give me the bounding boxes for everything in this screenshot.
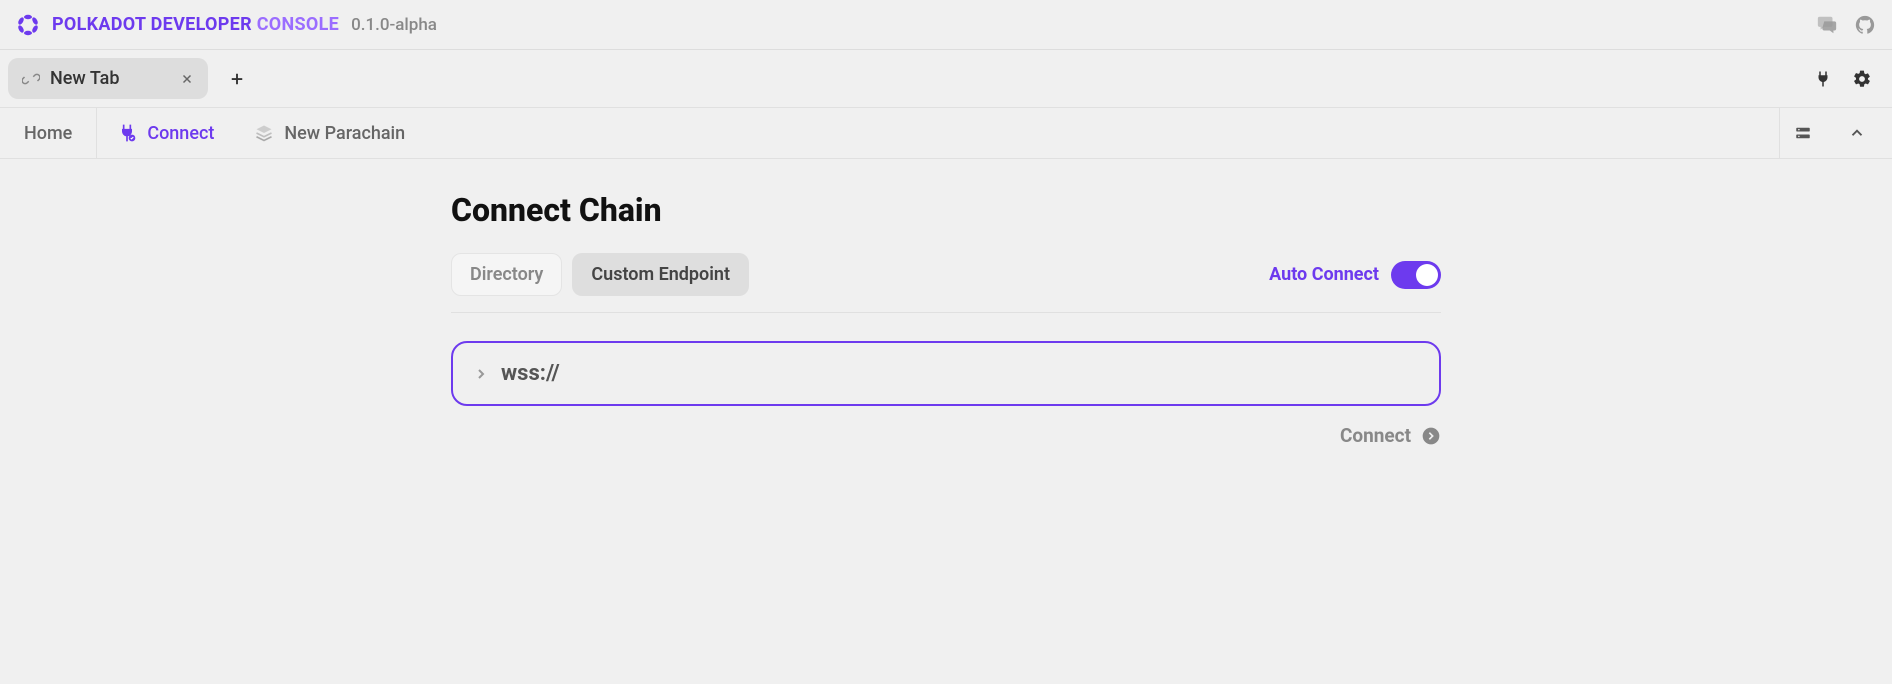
- toggle-thumb: [1416, 264, 1438, 286]
- link-broken-icon: [22, 70, 40, 88]
- subnav-new-parachain[interactable]: New Parachain: [234, 108, 425, 158]
- subnav-connect-label: Connect: [147, 123, 214, 144]
- subnav-new-parachain-label: New Parachain: [284, 123, 405, 144]
- mode-tab-custom-endpoint[interactable]: Custom Endpoint: [572, 253, 749, 296]
- sub-nav-right: [1779, 108, 1892, 158]
- version-label: 0.1.0-alpha: [351, 15, 437, 35]
- sub-nav-left: Home Connect New Parachain: [0, 108, 425, 158]
- plug-icon[interactable]: [1814, 70, 1832, 88]
- close-icon[interactable]: [180, 72, 194, 86]
- auto-connect-label: Auto Connect: [1269, 264, 1379, 285]
- content-wrapper: Connect Chain Directory Custom Endpoint …: [451, 191, 1441, 447]
- connect-row: Connect: [451, 424, 1441, 447]
- server-icon[interactable]: [1780, 108, 1826, 158]
- subnav-home-label: Home: [24, 123, 72, 144]
- auto-connect-toggle[interactable]: [1391, 261, 1441, 289]
- main-content: Connect Chain Directory Custom Endpoint …: [0, 159, 1892, 479]
- mode-row: Directory Custom Endpoint Auto Connect: [451, 253, 1441, 313]
- chevron-up-icon[interactable]: [1834, 108, 1880, 158]
- app-header: POLKADOT DEVELOPER CONSOLE 0.1.0-alpha: [0, 0, 1892, 50]
- arrow-right-circle-icon: [1421, 426, 1441, 446]
- auto-connect-control: Auto Connect: [1269, 261, 1441, 289]
- brand-title: POLKADOT DEVELOPER CONSOLE: [52, 14, 339, 35]
- tab-bar-left: New Tab: [8, 58, 258, 99]
- polkadot-logo-icon: [16, 13, 40, 37]
- layers-icon: [254, 123, 274, 143]
- page-title: Connect Chain: [451, 191, 1441, 229]
- endpoint-input-wrapper[interactable]: [451, 341, 1441, 406]
- sub-nav: Home Connect New Parachain: [0, 107, 1892, 159]
- endpoint-field[interactable]: [501, 361, 1419, 386]
- tab-bar: New Tab: [0, 50, 1892, 107]
- mode-tab-directory[interactable]: Directory: [451, 253, 562, 296]
- chevron-right-icon: [473, 366, 489, 382]
- add-tab-button[interactable]: [216, 62, 258, 96]
- tab-bar-right: [1814, 69, 1884, 89]
- mode-tabs: Directory Custom Endpoint: [451, 253, 749, 296]
- tab-new-tab[interactable]: New Tab: [8, 58, 208, 99]
- header-right: [1816, 14, 1876, 36]
- subnav-home[interactable]: Home: [0, 108, 97, 158]
- connect-button[interactable]: Connect: [1340, 424, 1441, 447]
- header-left: POLKADOT DEVELOPER CONSOLE 0.1.0-alpha: [16, 13, 437, 37]
- subnav-connect[interactable]: Connect: [97, 108, 234, 158]
- brand-part2: CONSOLE: [257, 14, 339, 35]
- brand-part1: POLKADOT DEVELOPER: [52, 14, 257, 35]
- github-icon[interactable]: [1854, 14, 1876, 36]
- tab-label: New Tab: [50, 68, 170, 89]
- chat-icon[interactable]: [1816, 14, 1838, 36]
- gear-icon[interactable]: [1852, 69, 1872, 89]
- connect-button-label: Connect: [1340, 424, 1411, 447]
- plug-connect-icon: [117, 123, 137, 143]
